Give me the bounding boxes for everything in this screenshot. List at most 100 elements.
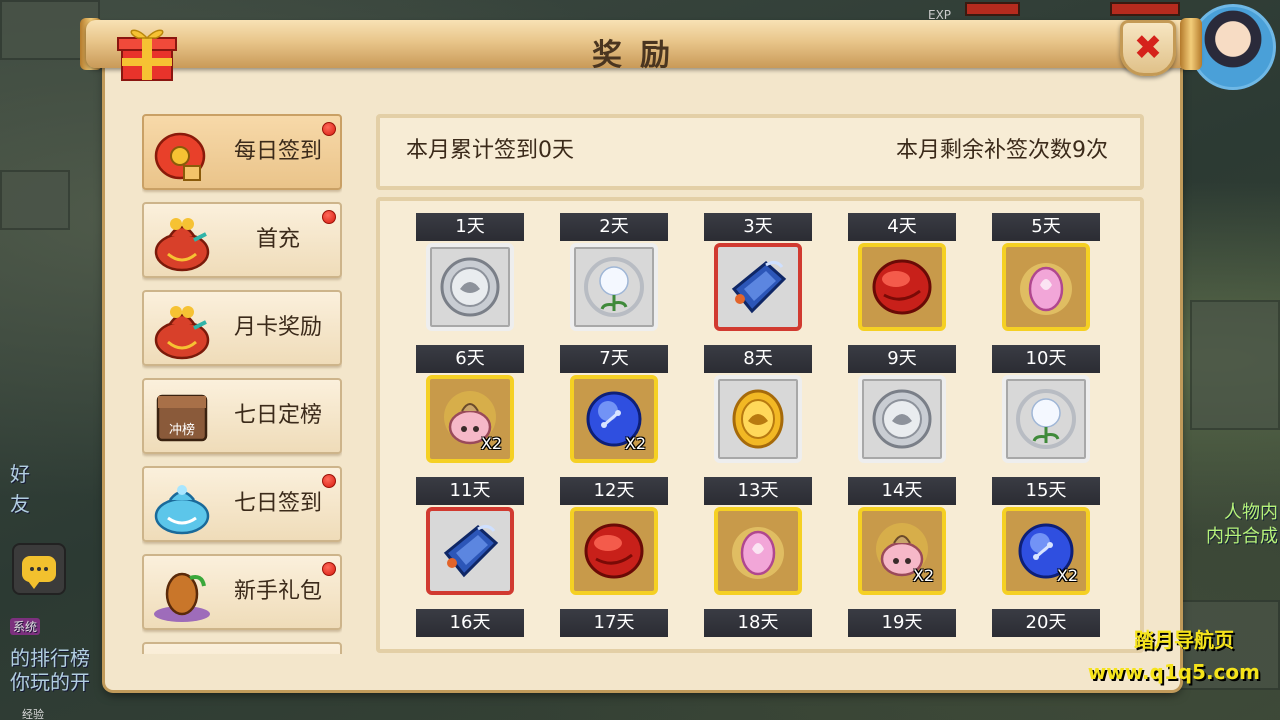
notification-dot — [322, 474, 336, 488]
day-reward-cell[interactable]: 9天 — [848, 345, 956, 465]
day-label: 4天 — [848, 213, 956, 241]
chat-icon — [22, 556, 56, 589]
day-label: 11天 — [416, 477, 524, 505]
player-avatar[interactable] — [1190, 4, 1276, 90]
day-reward-cell[interactable]: 8天 — [704, 345, 812, 465]
dandelion-icon — [578, 251, 650, 323]
daily-reward-grid[interactable]: 1天 2天 3天 4天 5天 6天 X2 7天 X2 8天 9天 10天 11天 12天 13天 14天 X2 1… — [376, 197, 1144, 653]
day-label: 9天 — [848, 345, 956, 373]
mp-bar — [1110, 2, 1180, 16]
right-hint-2: 内丹合成 — [1206, 526, 1278, 547]
pink-egg-icon — [722, 515, 794, 587]
blue-bag-icon — [150, 474, 214, 538]
reward-item-slot[interactable]: X2 — [1002, 507, 1090, 595]
day-reward-cell[interactable]: 11天 — [416, 477, 524, 597]
day-reward-cell[interactable]: 5天 — [992, 213, 1100, 333]
monthly-sign-in-count: 本月累计签到0天 — [406, 138, 574, 163]
reward-item-slot[interactable] — [570, 507, 658, 595]
day-label: 2天 — [560, 213, 668, 241]
item-quantity: X2 — [480, 434, 502, 453]
day-reward-cell[interactable]: 16天 — [416, 609, 524, 649]
day-reward-cell[interactable]: 6天 X2 — [416, 345, 524, 465]
pink-egg-icon — [1010, 251, 1082, 323]
dandelion-icon — [1010, 383, 1082, 455]
day-label: 19天 — [848, 609, 956, 637]
day-reward-cell[interactable]: 15天 X2 — [992, 477, 1100, 597]
system-tag: 系统 — [10, 618, 41, 635]
svg-text:冲榜: 冲榜 — [169, 422, 195, 438]
day-reward-cell[interactable]: 10天 — [992, 345, 1100, 465]
panel-title: 奖励 — [592, 38, 688, 73]
blue-token-icon — [434, 515, 506, 587]
day-reward-cell[interactable]: 4天 — [848, 213, 956, 333]
tab-reward-6[interactable] — [142, 642, 342, 654]
day-reward-cell[interactable]: 20天 — [992, 609, 1100, 649]
tab-label — [216, 644, 340, 654]
day-label: 8天 — [704, 345, 812, 373]
day-label: 16天 — [416, 609, 524, 637]
day-reward-cell[interactable]: 13天 — [704, 477, 812, 597]
day-label: 15天 — [992, 477, 1100, 505]
day-label: 1天 — [416, 213, 524, 241]
red-gem-icon — [578, 515, 650, 587]
red-pouch-icon — [150, 122, 214, 186]
day-reward-cell[interactable]: 14天 X2 — [848, 477, 956, 597]
exp-bottom-label: 经验 — [22, 708, 44, 720]
title-rod-cap-right — [1180, 18, 1202, 70]
blue-token-icon — [722, 251, 794, 323]
day-reward-cell[interactable]: 19天 — [848, 609, 956, 649]
item-quantity: X2 — [624, 434, 646, 453]
day-label: 18天 — [704, 609, 812, 637]
day-reward-cell[interactable]: 17天 — [560, 609, 668, 649]
reward-item-slot[interactable] — [858, 243, 946, 331]
day-reward-cell[interactable]: 12天 — [560, 477, 668, 597]
day-label: 10天 — [992, 345, 1100, 373]
watermark-url: www.q1q5.com — [1087, 660, 1260, 684]
reward-item-slot[interactable] — [1002, 243, 1090, 331]
day-reward-cell[interactable]: 18天 — [704, 609, 812, 649]
silver-coin-icon — [434, 251, 506, 323]
reward-item-slot[interactable] — [426, 243, 514, 331]
potion-bag-icon: X2 — [434, 383, 506, 455]
tab-reward-1[interactable]: 首充 — [142, 202, 342, 278]
tab-reward-3[interactable]: 冲榜 七日定榜 — [142, 378, 342, 454]
watermark-name: 踏月导航页 — [1134, 628, 1234, 652]
tab-reward-2[interactable]: 月卡奖励 — [142, 290, 342, 366]
tab-reward-4[interactable]: 七日签到 — [142, 466, 342, 542]
reward-item-slot[interactable]: X2 — [426, 375, 514, 463]
day-reward-cell[interactable]: 1天 — [416, 213, 524, 333]
reward-item-slot[interactable] — [426, 507, 514, 595]
silver-coin-icon — [866, 383, 938, 455]
remaining-makeup-count: 本月剩余补签次数9次 — [896, 138, 1108, 163]
reward-item-slot[interactable] — [714, 507, 802, 595]
day-reward-cell[interactable]: 7天 X2 — [560, 345, 668, 465]
reward-item-slot[interactable] — [1002, 375, 1090, 463]
day-label: 7天 — [560, 345, 668, 373]
reward-item-slot[interactable] — [714, 375, 802, 463]
reward-item-slot[interactable] — [714, 243, 802, 331]
chat-button[interactable] — [12, 543, 66, 595]
day-label: 20天 — [992, 609, 1100, 637]
friend-label-1[interactable]: 好 — [10, 458, 30, 487]
blue-orb-icon: X2 — [1010, 515, 1082, 587]
reward-item-slot[interactable] — [570, 243, 658, 331]
close-button[interactable]: ✖ — [1120, 20, 1176, 76]
notification-dot — [322, 122, 336, 136]
day-reward-cell[interactable]: 2天 — [560, 213, 668, 333]
treasure-bag-icon — [150, 298, 214, 362]
reward-item-slot[interactable]: X2 — [570, 375, 658, 463]
gold-coin-icon — [722, 383, 794, 455]
sign-in-info-bar: 本月累计签到0天 本月剩余补签次数9次 — [376, 114, 1144, 190]
tab-reward-5[interactable]: 新手礼包 — [142, 554, 342, 630]
reward-item-slot[interactable]: X2 — [858, 507, 946, 595]
reward-item-slot[interactable] — [858, 375, 946, 463]
treasure-bag-icon — [150, 210, 214, 274]
blue-orb-icon: X2 — [578, 383, 650, 455]
notification-dot — [322, 210, 336, 224]
tab-reward-0[interactable]: 每日签到 — [142, 114, 342, 190]
day-reward-cell[interactable]: 3天 — [704, 213, 812, 333]
tab-label: 七日定榜 — [233, 403, 322, 428]
notification-dot — [322, 562, 336, 576]
friend-label-2[interactable]: 友 — [10, 488, 30, 517]
day-label: 5天 — [992, 213, 1100, 241]
